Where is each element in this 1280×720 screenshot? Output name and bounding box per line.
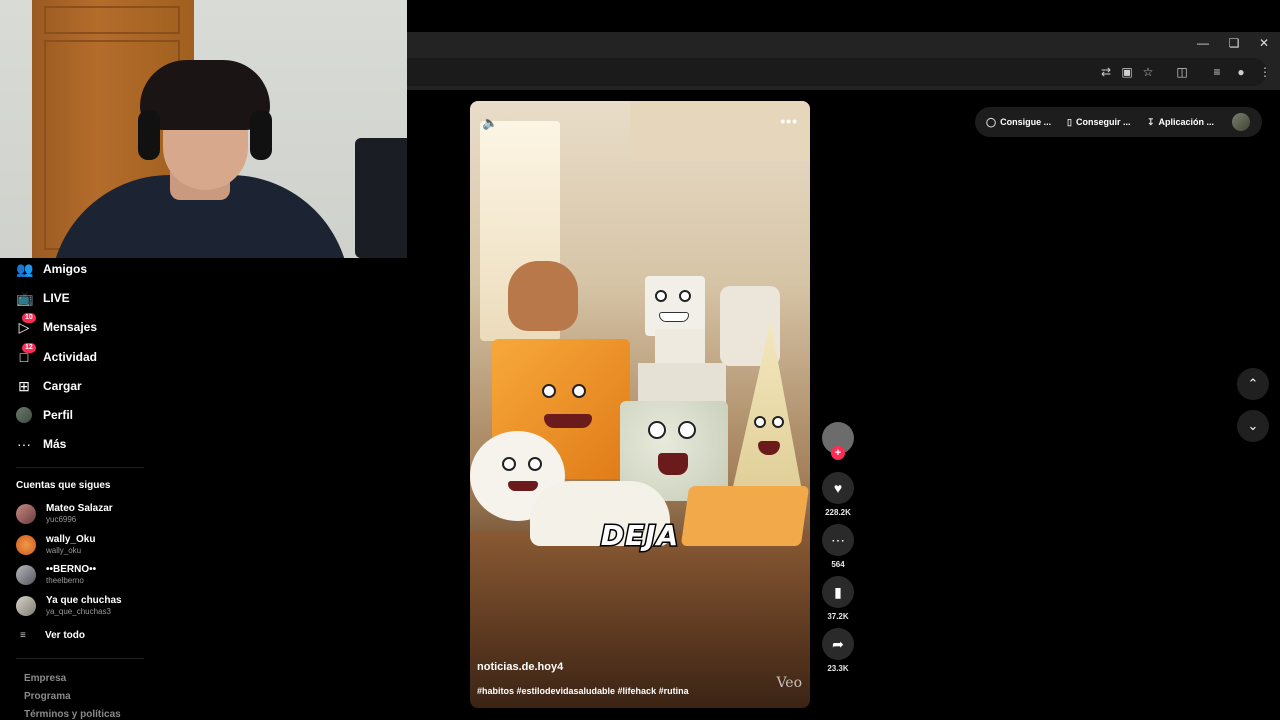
footer-link-program[interactable]: Programa xyxy=(24,691,71,702)
next-video-button[interactable]: ⌄ xyxy=(1237,410,1269,442)
sidebar-item-live[interactable]: 📺 LIVE xyxy=(16,287,70,309)
tofu-character xyxy=(645,276,705,336)
see-all-link[interactable]: ≡ Ver todo xyxy=(20,630,85,641)
comment-icon: ⋯ xyxy=(831,532,845,548)
share-icon: ➦ xyxy=(832,636,844,652)
activity-icon: □ 12 xyxy=(16,343,36,365)
sidebar-item-upload[interactable]: ⊞ Cargar xyxy=(16,375,82,397)
kebab-menu-icon[interactable]: ⋮ xyxy=(1257,64,1273,80)
headset-left xyxy=(138,110,160,160)
minimize-icon[interactable]: — xyxy=(1193,36,1213,50)
coin-icon: ◯ xyxy=(986,116,997,127)
webcam-overlay xyxy=(0,0,407,258)
user-avatar[interactable] xyxy=(1232,113,1250,131)
sidebar-item-activity[interactable]: □ 12 Actividad xyxy=(16,343,97,368)
phone-icon: ▯ xyxy=(1067,116,1072,127)
messages-badge: 10 xyxy=(22,313,36,323)
extensions-icon[interactable]: ◫ xyxy=(1174,64,1190,80)
video-caption-overlay: DEJA xyxy=(599,518,680,554)
sidebar-item-profile[interactable]: Perfil xyxy=(16,404,73,426)
browser-tabstrip xyxy=(407,0,1280,34)
media-icon[interactable]: ≡ xyxy=(1209,64,1225,80)
video-hashtags[interactable]: #habitos #estilodevidasaludable #lifehac… xyxy=(477,686,689,696)
comment-count: 564 xyxy=(831,560,845,569)
browser-toolbar xyxy=(407,32,1280,90)
share-button[interactable]: ➦ xyxy=(822,628,854,660)
following-account[interactable]: wally_Oku wally_oku xyxy=(16,532,95,558)
divider xyxy=(16,467,144,468)
follow-plus-icon[interactable]: + xyxy=(831,446,845,460)
avatar xyxy=(16,565,36,585)
address-bar[interactable] xyxy=(407,58,1267,86)
more-options-icon[interactable]: ••• xyxy=(780,113,798,129)
avatar xyxy=(16,535,36,555)
footer-link-terms[interactable]: Términos y políticas xyxy=(24,709,121,720)
following-account[interactable]: ••BERNO•• theelberno xyxy=(16,562,96,588)
cast-icon[interactable]: ▣ xyxy=(1119,64,1135,80)
comment-button[interactable]: ⋯ xyxy=(822,524,854,556)
get-coins-button[interactable]: ◯ Consigue ... xyxy=(986,107,1051,137)
list-icon: ≡ xyxy=(20,630,26,641)
friends-icon: 👥 xyxy=(16,261,34,277)
following-account[interactable]: Ya que chuchas ya_que_chuchas3 xyxy=(16,593,122,619)
following-account[interactable]: Mateo Salazar yuc6996 xyxy=(16,501,113,527)
avatar xyxy=(16,596,36,616)
bookmark-icon: ▮ xyxy=(834,584,842,600)
chevron-down-icon: ⌄ xyxy=(1247,418,1259,433)
sidebar-item-friends[interactable]: 👥 Amigos xyxy=(16,258,87,280)
close-icon[interactable]: ✕ xyxy=(1254,36,1274,50)
volume-icon[interactable]: 🔈 xyxy=(482,115,498,131)
desktop-app-button[interactable]: ↧ Aplicación ... xyxy=(1147,107,1214,137)
following-section-title: Cuentas que sigues xyxy=(16,480,111,491)
translate-icon[interactable]: ⇄ xyxy=(1098,64,1114,80)
activity-badge: 12 xyxy=(22,343,36,353)
save-count: 37.2K xyxy=(827,612,849,621)
video-player[interactable]: DEJA 🔈 ••• noticias.de.hoy4 #habitos #es… xyxy=(470,101,810,708)
get-app-button[interactable]: ▯ Conseguir ... xyxy=(1067,107,1130,137)
clay-pot xyxy=(508,261,578,331)
divider xyxy=(16,658,144,659)
heart-icon: ♥ xyxy=(833,480,843,496)
more-icon: ··· xyxy=(17,436,31,452)
headset-right xyxy=(250,110,272,160)
live-icon: 📺 xyxy=(16,290,34,306)
restore-icon[interactable]: ❏ xyxy=(1224,36,1244,50)
previous-video-button[interactable]: ⌃ xyxy=(1237,368,1269,400)
profile-icon[interactable]: ● xyxy=(1233,64,1249,80)
watermark-logo: Veo xyxy=(776,675,802,691)
chevron-up-icon: ⌃ xyxy=(1247,376,1259,391)
profile-avatar xyxy=(16,407,32,423)
share-count: 23.3K xyxy=(827,664,849,673)
video-author[interactable]: noticias.de.hoy4 xyxy=(477,661,563,673)
avatar xyxy=(16,504,36,524)
messages-icon: ▷ 10 xyxy=(16,313,36,335)
upload-icon: ⊞ xyxy=(18,378,30,394)
chair xyxy=(355,138,407,258)
wooden-table xyxy=(470,531,810,708)
star-icon[interactable]: ☆ xyxy=(1140,64,1156,80)
sidebar-item-more[interactable]: ··· Más xyxy=(16,433,66,455)
download-icon: ↧ xyxy=(1147,116,1155,127)
save-button[interactable]: ▮ xyxy=(822,576,854,608)
sidebar-item-messages[interactable]: ▷ 10 Mensajes xyxy=(16,313,97,338)
top-action-bar: ◯ Consigue ... ▯ Conseguir ... ↧ Aplicación… xyxy=(975,107,1262,137)
like-count: 228.2K xyxy=(825,508,851,517)
footer-link-company[interactable]: Empresa xyxy=(24,673,66,684)
like-button[interactable]: ♥ xyxy=(822,472,854,504)
